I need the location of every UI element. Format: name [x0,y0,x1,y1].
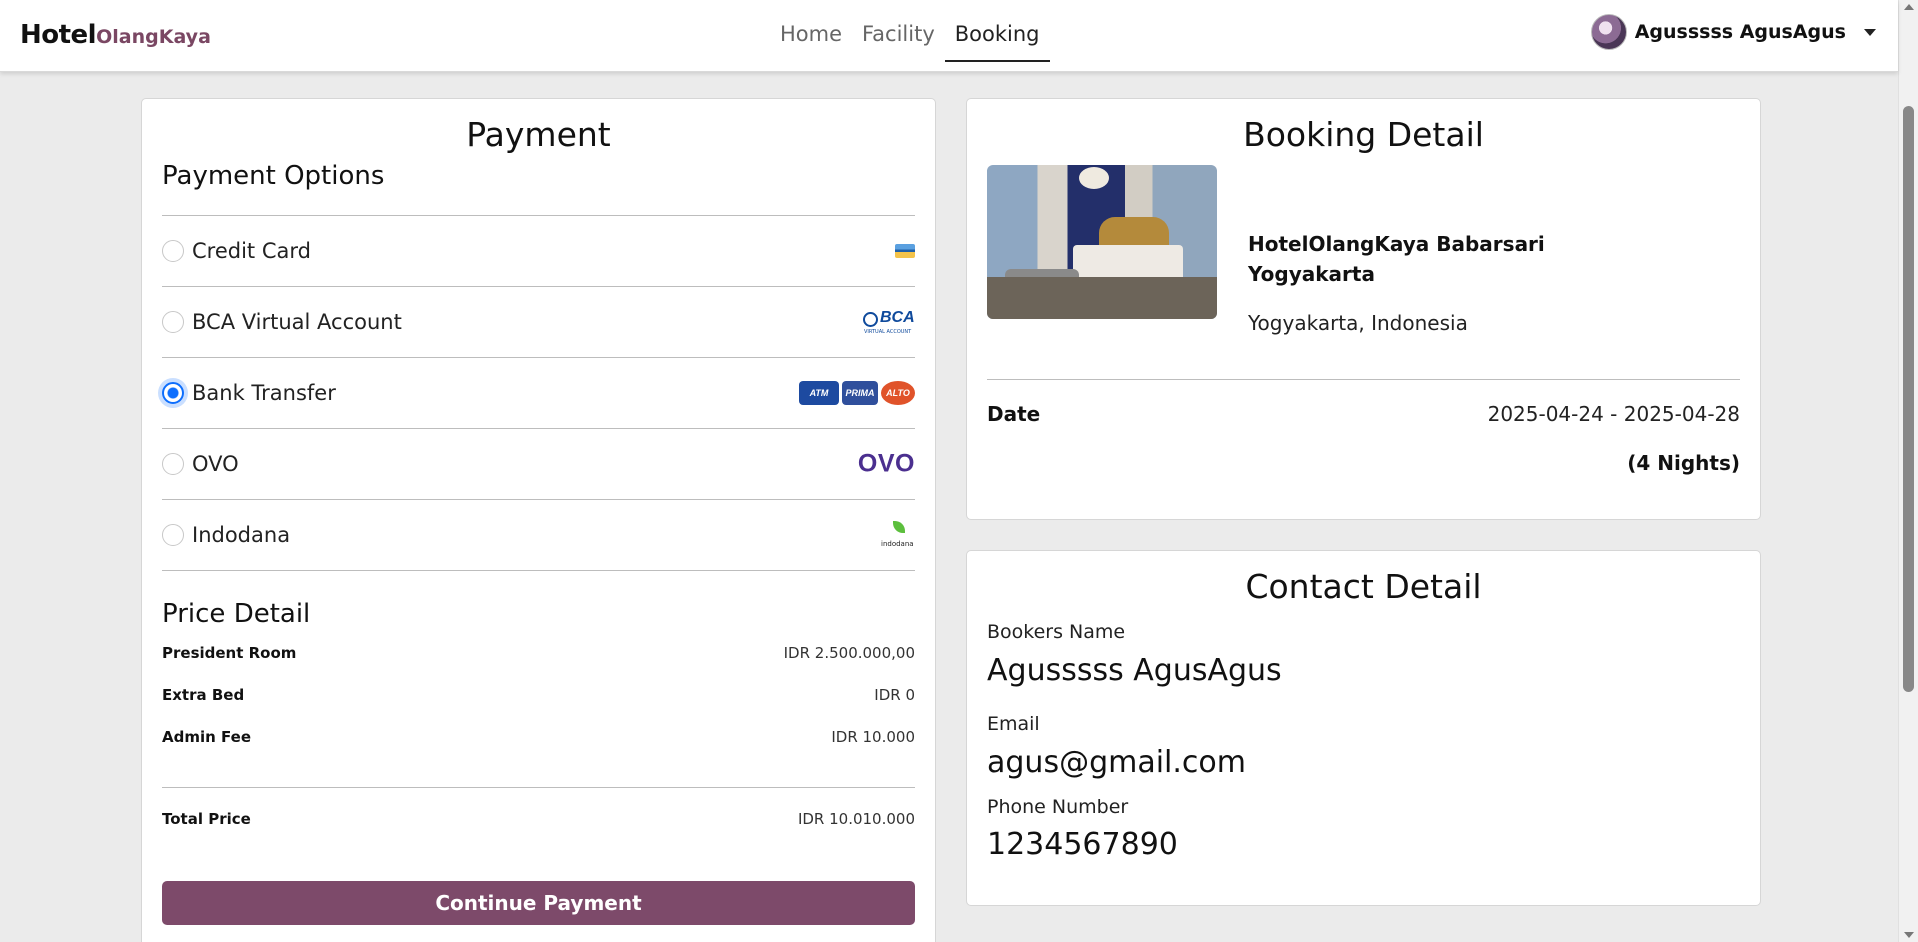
payment-title: Payment [466,115,611,154]
brand-logo[interactable]: HotelOlangKaya [20,20,211,50]
option-ovo[interactable]: OVO OVO [162,429,915,500]
total-value: IDR 10.010.000 [797,810,915,828]
nav-links: Home Facility Booking [770,0,1050,72]
price-label: Extra Bed [162,686,245,704]
indodana-logo-icon: indodana [881,521,915,549]
payment-options-title: Payment Options [162,161,385,191]
price-row-total: Total Price IDR 10.010.000 [162,810,915,828]
scroll-up-arrow-icon[interactable] [1904,4,1914,10]
price-value: IDR 0 [874,686,915,704]
payment-options-list: Credit Card BCA Virtual Account BCA VIRT… [162,215,915,571]
total-label: Total Price [162,810,251,828]
email-value: agus@gmail.com [987,745,1246,780]
brand-accent: OlangKaya [96,26,211,48]
price-row-extra-bed: Extra Bed IDR 0 [162,686,915,704]
price-row-room: President Room IDR 2.500.000,00 [162,644,915,662]
option-label: Bank Transfer [192,381,336,405]
user-menu[interactable]: Agusssss AgusAgus [1590,14,1876,50]
option-label: Credit Card [192,239,311,263]
option-credit-card[interactable]: Credit Card [162,216,915,287]
radio-ovo[interactable] [162,453,184,475]
user-name: Agusssss AgusAgus [1634,21,1846,43]
radio-bank-transfer[interactable] [162,382,184,404]
scrollbar-thumb[interactable] [1903,106,1914,692]
price-value: IDR 2.500.000,00 [783,644,915,662]
option-indodana[interactable]: Indodana indodana [162,500,915,571]
payment-card: Payment Payment Options Credit Card BCA … [141,98,936,942]
radio-bca-virtual-account[interactable] [162,311,184,333]
scroll-down-arrow-icon[interactable] [1904,932,1914,938]
option-bank-transfer[interactable]: Bank Transfer ATM PRIMA ALTO [162,358,915,429]
bookers-name-label: Bookers Name [987,621,1126,643]
credit-card-icon [895,244,915,258]
contact-detail-card: Contact Detail Bookers Name Agusssss Agu… [966,550,1761,906]
brand-main: Hotel [20,20,97,50]
chevron-down-icon[interactable] [1864,28,1876,36]
nav-home[interactable]: Home [770,0,852,62]
radio-indodana[interactable] [162,524,184,546]
price-label: Admin Fee [162,728,252,746]
price-row-admin-fee: Admin Fee IDR 10.000 [162,728,915,746]
hotel-location: Yogyakarta, Indonesia [1248,311,1468,335]
date-range: 2025-04-24 - 2025-04-28 [1487,402,1740,426]
price-divider [162,787,915,788]
phone-value: 1234567890 [987,827,1178,862]
bookers-name-value: Agusssss AgusAgus [987,653,1282,688]
option-bca-virtual-account[interactable]: BCA Virtual Account BCA VIRTUAL ACCOUNT [162,287,915,358]
option-label: BCA Virtual Account [192,310,402,334]
price-label: President Room [162,644,297,662]
avatar [1590,14,1627,50]
continue-payment-button[interactable]: Continue Payment [162,881,915,925]
phone-label: Phone Number [987,796,1129,818]
booking-detail-card: Booking Detail HotelOlangKaya Babarsari … [966,98,1761,520]
nav-booking[interactable]: Booking [944,0,1050,62]
booking-detail-title: Booking Detail [1243,115,1484,154]
email-label: Email [987,713,1040,735]
hotel-name: HotelOlangKaya Babarsari Yogyakarta [1248,232,1545,286]
booking-divider [987,379,1740,380]
price-detail-title: Price Detail [162,599,311,629]
date-label: Date [987,402,1041,426]
page-scrollbar[interactable] [1898,0,1918,942]
price-value: IDR 10.000 [831,728,915,746]
option-label: OVO [192,452,239,476]
nights-count: (4 Nights) [1627,451,1740,475]
nav-facility[interactable]: Facility [852,0,945,62]
top-navbar: HotelOlangKaya Home Facility Booking Agu… [0,0,1898,72]
hotel-room-image [987,165,1217,319]
bca-logo-icon: BCA VIRTUAL ACCOUNT [863,309,915,335]
option-label: Indodana [192,523,291,547]
contact-detail-title: Contact Detail [1245,567,1482,606]
radio-credit-card[interactable] [162,240,184,262]
ovo-logo-icon: OVO [857,449,915,478]
bank-transfer-logos-icon: ATM PRIMA ALTO [799,381,915,405]
